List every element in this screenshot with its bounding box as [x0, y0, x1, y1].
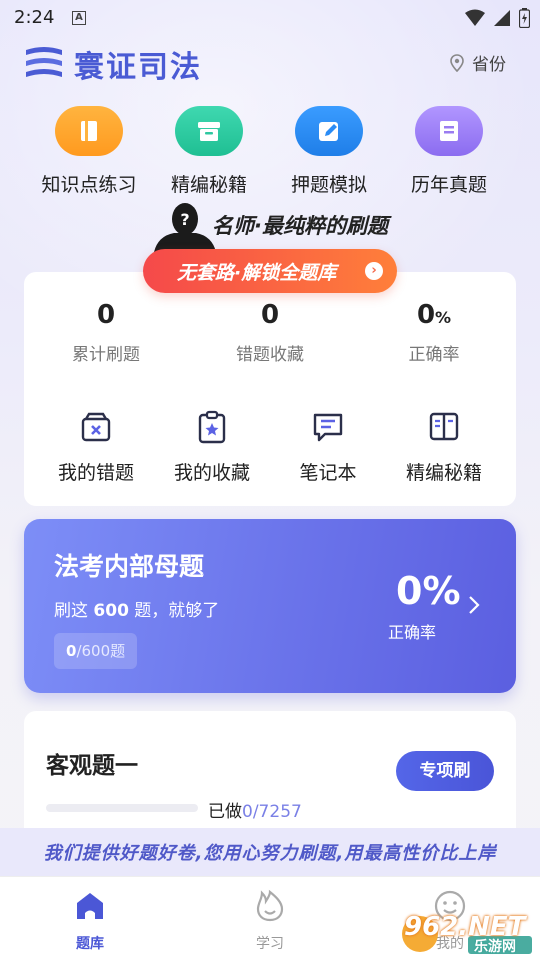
chevron-right-icon: ›: [365, 262, 383, 280]
promo-title: 法考内部母题: [54, 552, 205, 581]
app-name: 寰证司法: [74, 50, 202, 85]
nav-tab-study[interactable]: 学习: [230, 889, 310, 953]
tool-my-favorites[interactable]: 我的收藏: [152, 410, 272, 485]
stat-suffix: %: [435, 308, 452, 327]
star-clipboard-icon: [198, 410, 226, 444]
objective-done-value: 0: [242, 802, 253, 822]
tool-label: 我的错题: [57, 462, 134, 484]
quick-actions: 知识点练习 精编秘籍 押题模拟 历年真题: [0, 106, 540, 197]
wrong-box-icon: [81, 412, 111, 442]
stat-label: 累计刷题: [72, 345, 140, 365]
status-bar: 2:24 A: [0, 0, 540, 36]
quick-action-label: 知识点练习: [41, 174, 137, 196]
stat-value: 0: [96, 300, 116, 330]
promo-accuracy-label: 正确率: [388, 623, 437, 642]
chevron-right-icon: [469, 596, 480, 614]
status-time: 2:24: [14, 7, 55, 28]
promo-accuracy-value: 0%: [396, 569, 461, 613]
objective-done-count: 已做0/7257: [208, 797, 302, 822]
quick-action-label: 精编秘籍: [170, 174, 247, 196]
open-book-icon: [429, 412, 459, 441]
stat-wrong-collected[interactable]: 0 错题收藏: [200, 300, 340, 365]
pencil-icon: [295, 106, 363, 156]
logo-mark-icon: [26, 47, 62, 77]
flame-icon: [256, 889, 284, 922]
quick-action-label: 押题模拟: [290, 174, 367, 196]
nav-label: 学习: [256, 936, 284, 952]
app-logo: 寰证司法: [24, 42, 202, 86]
objective-total-value: /7257: [252, 802, 302, 822]
tool-label: 笔记本: [299, 462, 357, 484]
objective-done-label: 已做: [208, 802, 242, 822]
stat-label: 正确率: [408, 345, 460, 365]
stat-value: 0: [260, 300, 280, 330]
stat-label: 错题收藏: [236, 345, 304, 365]
province-label: 省份: [472, 55, 506, 75]
promo-total: /600题: [76, 642, 126, 660]
location-pin-icon: [450, 53, 464, 72]
quick-action-mock[interactable]: 押题模拟: [269, 106, 389, 197]
archive-box-icon: [175, 106, 243, 156]
special-practice-button[interactable]: 专项刷: [396, 751, 494, 791]
stat-total-practiced[interactable]: 0 累计刷题: [36, 300, 176, 365]
promo-progress: 0/600题: [54, 633, 138, 669]
promo-subtitle-count: 600: [93, 601, 129, 621]
promo-done: 0: [66, 642, 77, 660]
nav-label: 题库: [76, 936, 104, 952]
objective-title: 客观题一: [46, 753, 138, 779]
unlock-bank-label: 无套路·解锁全题库: [177, 261, 337, 284]
watermark-subtext: 乐游网: [474, 939, 516, 955]
tool-secrets[interactable]: 精编秘籍: [384, 410, 504, 485]
quick-action-past-exams[interactable]: 历年真题: [389, 106, 509, 197]
quick-action-label: 历年真题: [410, 174, 487, 196]
slogan-banner: 我们提供好题好卷,您用心努力刷题,用最高性价比上岸: [0, 828, 540, 876]
core-questions-card[interactable]: 法考内部母题 刷这 600 题，就够了 0/600题 0% 正确率: [24, 519, 516, 693]
book-icon: [55, 106, 123, 156]
promo-subtitle-post: 题，就够了: [128, 601, 220, 621]
status-icons: [465, 8, 530, 28]
home-icon: [77, 893, 103, 919]
notification-a-icon: A: [72, 11, 86, 25]
unlock-bank-button[interactable]: 无套路·解锁全题库 ›: [143, 249, 397, 293]
signal-icon: [494, 10, 510, 26]
quick-action-knowledge[interactable]: 知识点练习: [29, 106, 149, 197]
objective-progress-bar: [46, 804, 198, 812]
question-mark: ?: [180, 210, 189, 229]
promo-subtitle: 刷这 600 题，就够了: [54, 596, 219, 621]
tool-my-mistakes[interactable]: 我的错题: [36, 410, 156, 485]
tool-label: 精编秘籍: [405, 462, 482, 484]
banner-title: 名师·最纯粹的刷题: [212, 214, 388, 238]
scroll-icon: [415, 106, 483, 156]
province-selector[interactable]: 省份: [450, 50, 506, 75]
stat-value: 0: [416, 300, 436, 330]
quick-action-secrets[interactable]: 精编秘籍: [149, 106, 269, 197]
stat-accuracy[interactable]: 0% 正确率: [364, 300, 504, 365]
promo-subtitle-pre: 刷这: [54, 601, 94, 621]
tool-notebook[interactable]: 笔记本: [268, 410, 388, 485]
battery-icon: [519, 8, 530, 28]
tool-label: 我的收藏: [173, 462, 250, 484]
stats-card: 0 累计刷题 0 错题收藏 0% 正确率 我的错题 我的收藏 笔记本 精编秘籍: [24, 272, 516, 506]
wifi-icon: [465, 9, 485, 26]
nav-tab-question-bank[interactable]: 题库: [50, 889, 130, 953]
notebook-icon: [313, 413, 343, 442]
